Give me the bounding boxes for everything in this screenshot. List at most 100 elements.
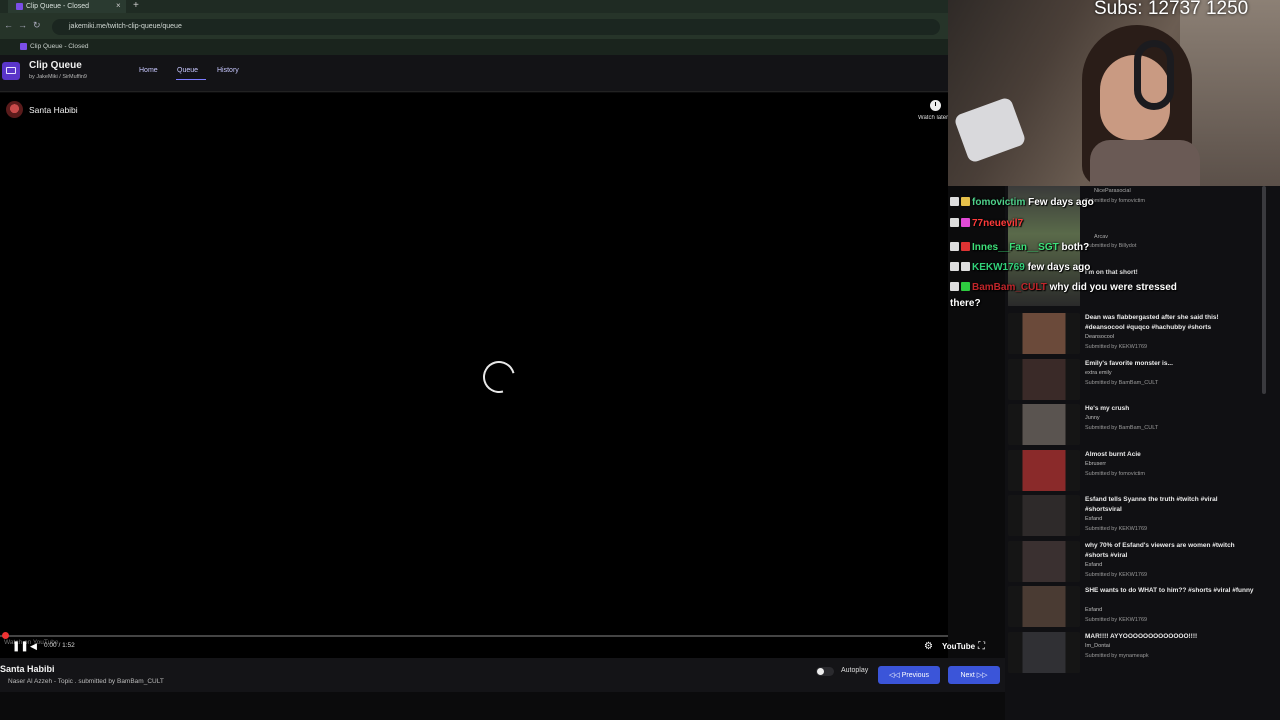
queue-item-title[interactable]: Almost burnt Acie — [1085, 450, 1255, 460]
chat-message: there? — [950, 298, 981, 309]
queue-item[interactable]: Esfand tells Syanne the truth #twitch #v… — [1008, 495, 1258, 539]
subs-counter: Subs: 12737 1250 — [1094, 0, 1249, 19]
chat-message: fomovictim Few days ago — [950, 197, 1094, 208]
video-channel-title[interactable]: Santa Habibi — [29, 105, 78, 115]
browser-tab[interactable]: Clip Queue - Closed — [8, 0, 126, 13]
chat-badge-icon — [961, 262, 970, 271]
queue-item-thumbnail[interactable] — [1008, 313, 1080, 354]
partial-queue-title: I'm on that short! — [1085, 269, 1138, 276]
queue-item-thumbnail[interactable] — [1008, 450, 1080, 491]
fullscreen-icon[interactable]: ⛶ — [978, 641, 985, 652]
queue-item-title[interactable]: MAR!!!! AYYOOOOOOOOOOOOO!!!! — [1085, 632, 1255, 642]
chat-text: there? — [950, 298, 981, 309]
bookmarks-bar: Clip Queue - Closed — [0, 39, 948, 55]
queue-item-title[interactable]: SHE wants to do WHAT to him?? #shorts #v… — [1085, 586, 1255, 596]
queue-item-thumbnail[interactable] — [1008, 632, 1080, 673]
address-bar[interactable]: jakemiki.me/twitch-clip-queue/queue — [52, 19, 940, 35]
queue-item-channel: Esfand — [1085, 607, 1103, 613]
queue-scrollbar[interactable] — [1262, 186, 1266, 394]
queue-item-submitted-by: Submitted by fomovictim — [1085, 471, 1145, 477]
chat-badge-icon — [961, 282, 970, 291]
reload-icon[interactable]: ↻ — [33, 20, 41, 31]
next-button[interactable]: Next ▷▷ — [948, 666, 1000, 684]
queue-item-title[interactable]: He's my crush — [1085, 404, 1255, 414]
clock-icon[interactable] — [930, 100, 941, 111]
queue-item-title[interactable]: Emily's favorite monster is... — [1085, 359, 1255, 369]
new-tab-icon[interactable]: + — [133, 0, 139, 11]
chat-username: Innes__Fan__SGT — [972, 242, 1059, 253]
url-text: jakemiki.me/twitch-clip-queue/queue — [69, 23, 182, 30]
current-clip-bar — [0, 658, 1005, 692]
chat-message: BamBam_CULT why did you were stressed — [950, 282, 1177, 293]
chat-username: fomovictim — [972, 197, 1026, 208]
settings-gear-icon[interactable]: ⚙ — [924, 641, 933, 652]
chat-badge-icon — [961, 197, 970, 206]
queue-item-channel: Esfand — [1085, 516, 1103, 522]
chat-text: few days ago — [1027, 262, 1091, 273]
chat-text: Few days ago — [1028, 197, 1094, 208]
queue-item-title[interactable]: Esfand tells Syanne the truth #twitch #v… — [1085, 495, 1255, 515]
nav-history[interactable]: History — [217, 67, 239, 74]
queue-item-channel: extra emily — [1085, 370, 1112, 376]
chat-badge-icon — [950, 262, 959, 271]
video-progress-bar[interactable] — [0, 635, 948, 637]
previous-label: Previous — [901, 672, 929, 679]
autoplay-toggle[interactable] — [816, 667, 834, 676]
tab-close-icon[interactable]: × — [116, 1, 121, 10]
partial-queue-channel: NiceParasocial — [1094, 188, 1131, 194]
chat-message: Innes__Fan__SGT both? — [950, 242, 1089, 253]
channel-avatar[interactable] — [6, 101, 23, 118]
chat-username: KEKW1769 — [972, 262, 1025, 273]
queue-item-submitted-by: Submitted by KEKW1769 — [1085, 344, 1148, 350]
queue-item[interactable]: Almost burnt Acie Ebruserr Submitted by fo… — [1008, 450, 1258, 494]
rewind-icon: ◁◁ — [889, 672, 902, 679]
video-player[interactable] — [0, 93, 948, 658]
forward-icon[interactable]: → — [18, 20, 27, 30]
back-icon[interactable]: ← — [4, 20, 13, 30]
queue-item-thumbnail[interactable] — [1008, 586, 1080, 627]
queue-item[interactable]: Emily's favorite monster is... extra emil… — [1008, 359, 1258, 403]
chat-text: why did you were stressed — [1049, 282, 1177, 293]
queue-item-channel: Esfand — [1085, 562, 1103, 568]
queue-item-title[interactable]: Dean was flabbergasted after she said th… — [1085, 313, 1255, 333]
video-time: 0:00 / 1:52 — [44, 642, 75, 649]
queue-item-channel: Im_Dontai — [1085, 643, 1111, 649]
watch-later-label[interactable]: Watch later — [918, 115, 948, 121]
chat-badge-icon — [961, 242, 970, 251]
queue-item-thumbnail[interactable] — [1008, 404, 1080, 445]
youtube-logo[interactable]: YouTube — [942, 642, 975, 651]
current-clip-title: Santa Habibi — [0, 664, 55, 674]
headset-icon — [1134, 40, 1174, 110]
progress-scrubber[interactable] — [2, 632, 9, 639]
tab-title: Clip Queue - Closed — [26, 3, 90, 10]
queue-item-title[interactable]: why 70% of Esfand's viewers are women #t… — [1085, 541, 1255, 561]
chat-badge-icon — [950, 282, 959, 291]
queue-item[interactable]: Dean was flabbergasted after she said th… — [1008, 313, 1258, 357]
chat-text: both? — [1061, 242, 1090, 253]
queue-item[interactable]: why 70% of Esfand's viewers are women #t… — [1008, 541, 1258, 585]
volume-icon[interactable]: ◀ — [30, 641, 37, 652]
queue-item[interactable]: SHE wants to do WHAT to him?? #shorts #v… — [1008, 586, 1258, 630]
twitch-tv-icon[interactable] — [2, 62, 20, 80]
fast-forward-icon: ▷▷ — [974, 672, 988, 679]
queue-item-thumbnail[interactable] — [1008, 495, 1080, 536]
pause-icon[interactable]: ❚❚ — [12, 641, 29, 652]
chat-username: 77neuevil7 — [972, 218, 1024, 229]
autoplay-label: Autoplay — [841, 667, 869, 674]
nav-queue[interactable]: Queue — [177, 67, 198, 74]
tab-favicon-icon — [16, 3, 23, 10]
queue-item[interactable]: He's my crush Junny Submitted by BamBam_CU… — [1008, 404, 1258, 448]
queue-item-channel: Junny — [1085, 415, 1100, 421]
bookmark-item[interactable]: Clip Queue - Closed — [30, 43, 89, 50]
queue-item-submitted-by: Submitted by KEKW1769 — [1085, 526, 1148, 532]
bookmark-favicon-icon — [20, 43, 27, 50]
nav-home[interactable]: Home — [139, 67, 158, 74]
queue-item-thumbnail[interactable] — [1008, 359, 1080, 400]
queue-item-submitted-by: Submitted by mynameapk — [1085, 653, 1149, 659]
browser-tab-bar — [0, 0, 948, 13]
chat-message: 77neuevil7 — [950, 218, 1023, 229]
queue-item-thumbnail[interactable] — [1008, 541, 1080, 582]
previous-button[interactable]: ◁◁ Previous — [878, 666, 940, 684]
streamer-body — [1090, 140, 1200, 186]
queue-item[interactable]: MAR!!!! AYYOOOOOOOOOOOOO!!!! Im_Dontai Sub… — [1008, 632, 1258, 676]
